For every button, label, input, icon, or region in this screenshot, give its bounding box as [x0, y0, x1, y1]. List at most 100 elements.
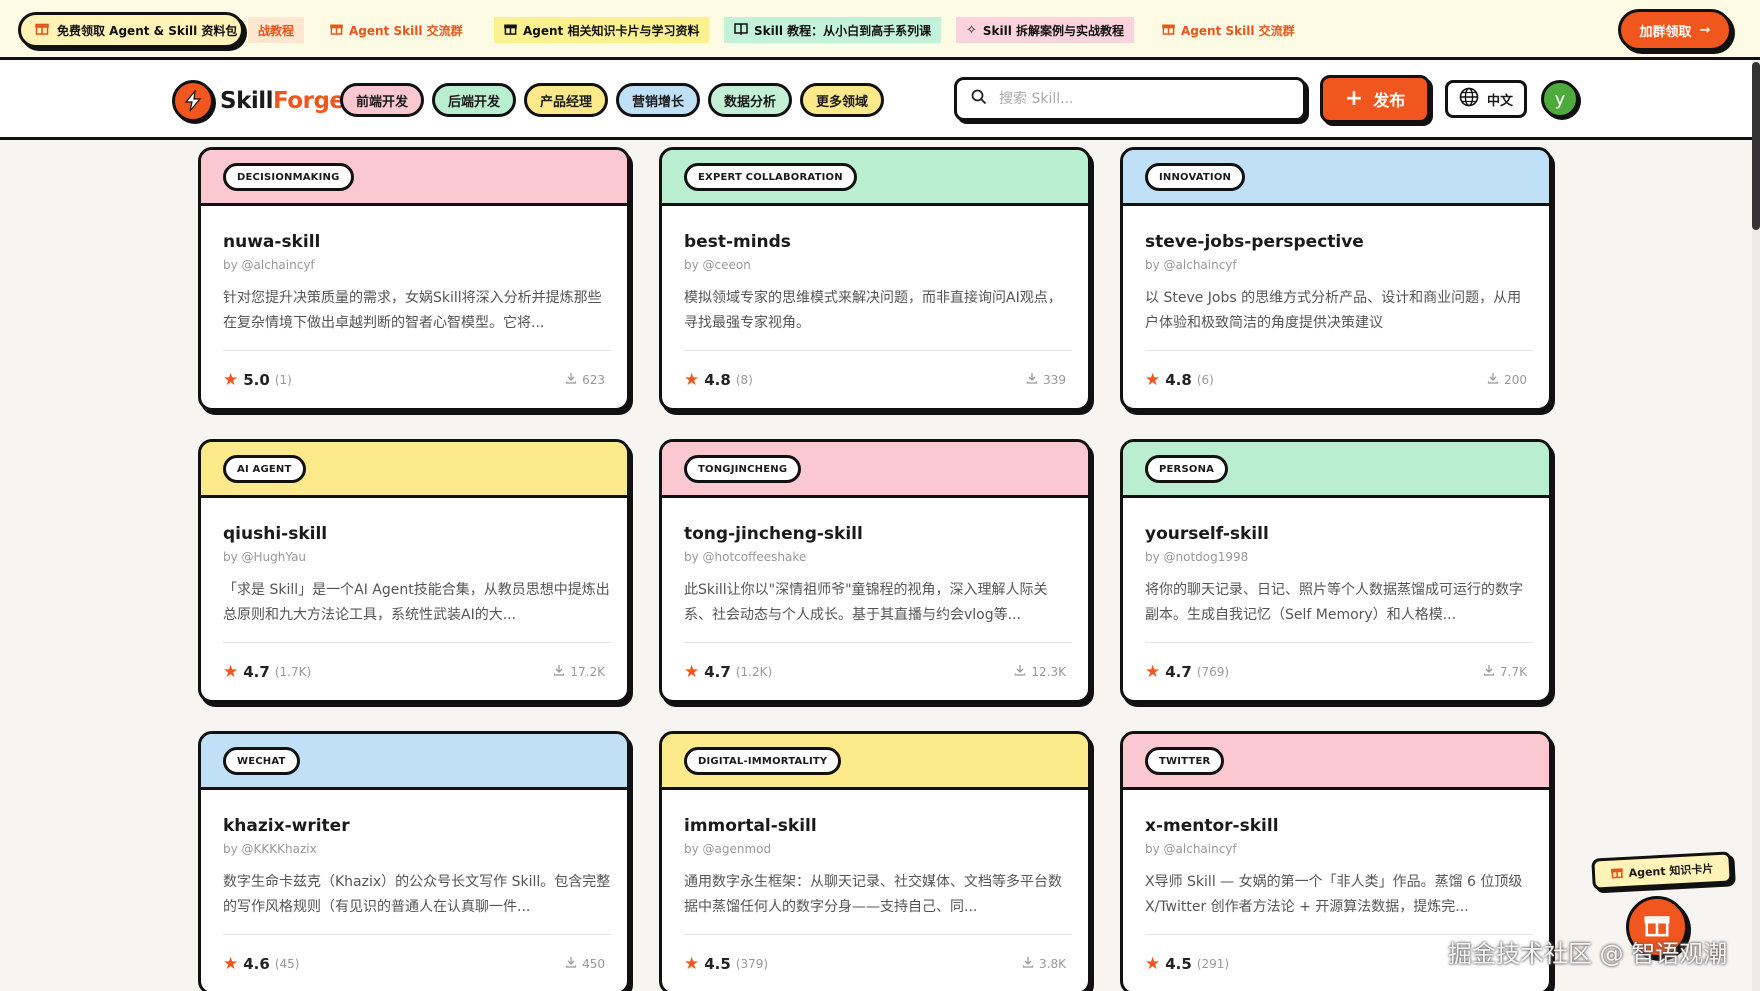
- card-description: 「求是 Skill」是一个AI Agent技能合集，从教员思想中提炼出总原则和九…: [223, 582, 610, 623]
- card-header: TWITTER: [1123, 734, 1549, 790]
- download-count: 17.2K: [570, 664, 605, 679]
- search-input[interactable]: [999, 91, 1279, 107]
- star-icon: ★: [223, 954, 239, 974]
- card-title[interactable]: immortal-skill: [684, 816, 817, 836]
- user-avatar[interactable]: y: [1541, 80, 1579, 118]
- skill-card[interactable]: DIGITAL-IMMORTALITY immortal-skill by @a…: [659, 731, 1091, 991]
- promo-primary-button[interactable]: 免费领取 Agent & Skill 资料包: [18, 12, 244, 48]
- card-tag[interactable]: TONGJINCHENG: [684, 455, 802, 483]
- book-icon: [734, 22, 748, 39]
- search-box[interactable]: [954, 77, 1306, 121]
- card-tag[interactable]: DIGITAL-IMMORTALITY: [684, 747, 842, 775]
- skill-card[interactable]: DECISIONMAKING nuwa-skill by @alchaincyf…: [198, 147, 630, 411]
- card-description: 此Skill让你以"深情祖师爷"童锦程的视角，深入理解人际关系、社会动态与个人成…: [684, 582, 1048, 623]
- logo-text-part: Skill: [220, 88, 274, 114]
- promo-item-label: Skill 拆解案例与实战教程: [982, 23, 1125, 38]
- category-marketing[interactable]: 营销增长: [616, 83, 700, 117]
- category-more[interactable]: 更多领域: [800, 83, 884, 117]
- rating-value: 4.5: [1165, 955, 1192, 973]
- card-header: DIGITAL-IMMORTALITY: [662, 734, 1088, 790]
- card-author[interactable]: by @hotcoffeeshake: [684, 550, 806, 564]
- download-count: 450: [582, 956, 605, 971]
- knowledge-card-badge[interactable]: Agent 知识卡片: [1591, 851, 1733, 891]
- card-tag[interactable]: EXPERT COLLABORATION: [684, 163, 857, 191]
- category-frontend[interactable]: 前端开发: [340, 83, 424, 117]
- card-author[interactable]: by @notdog1998: [1145, 550, 1248, 564]
- site-header: SkillForge 前端开发 后端开发 产品经理 营销增长 数据分析 更多领域…: [0, 60, 1760, 140]
- rating-value: 4.6: [243, 955, 270, 973]
- card-downloads: 12.3K: [1014, 664, 1066, 679]
- card-title[interactable]: nuwa-skill: [223, 232, 320, 252]
- download-icon: [1483, 664, 1495, 679]
- card-author[interactable]: by @HughYau: [223, 550, 306, 564]
- promo-item[interactable]: Skill 教程：从小白到高手系列课: [724, 17, 942, 43]
- star-icon: ★: [223, 662, 239, 682]
- skill-card[interactable]: PERSONA yourself-skill by @notdog1998 将你…: [1120, 439, 1552, 703]
- card-header: AI AGENT: [201, 442, 627, 498]
- card-title[interactable]: steve-jobs-perspective: [1145, 232, 1364, 252]
- promo-item[interactable]: Agent Skill 交流群: [320, 17, 473, 43]
- promo-item[interactable]: Agent 相关知识卡片与学习资料: [494, 17, 710, 43]
- card-description: X导师 Skill — 女娲的第一个「非人类」作品。蒸馏 6 位顶级 X/Twi…: [1145, 874, 1523, 915]
- rating-value: 4.5: [704, 955, 731, 973]
- publish-button[interactable]: + 发布: [1320, 75, 1430, 123]
- card-tag[interactable]: AI AGENT: [223, 455, 306, 483]
- card-title[interactable]: tong-jincheng-skill: [684, 524, 863, 544]
- promo-item[interactable]: Agent Skill 交流群: [1152, 17, 1305, 43]
- card-tag[interactable]: PERSONA: [1145, 455, 1229, 483]
- card-divider: [684, 642, 1072, 643]
- card-title[interactable]: x-mentor-skill: [1145, 816, 1279, 836]
- card-tag[interactable]: WECHAT: [223, 747, 300, 775]
- card-author[interactable]: by @alchaincyf: [223, 258, 315, 272]
- card-rating: ★ 4.7 (769): [1145, 662, 1229, 682]
- gift-icon: [35, 21, 49, 39]
- card-author[interactable]: by @alchaincyf: [1145, 258, 1237, 272]
- rating-value: 4.7: [243, 663, 270, 681]
- card-tag[interactable]: INNOVATION: [1145, 163, 1246, 191]
- category-backend[interactable]: 后端开发: [432, 83, 516, 117]
- card-title[interactable]: qiushi-skill: [223, 524, 327, 544]
- globe-icon: [1459, 87, 1479, 111]
- promo-item-label: Agent Skill 交流群: [349, 23, 463, 38]
- card-downloads: 623: [565, 372, 605, 387]
- gift-icon: [1610, 866, 1623, 882]
- rating-value: 4.8: [704, 371, 731, 389]
- card-author[interactable]: by @KKKKhazix: [223, 842, 317, 856]
- join-group-button[interactable]: 加群领取 →: [1618, 9, 1732, 51]
- download-count: 3.8K: [1039, 956, 1066, 971]
- card-author[interactable]: by @agenmod: [684, 842, 771, 856]
- card-downloads: 450: [565, 956, 605, 971]
- scrollbar-thumb[interactable]: [1752, 62, 1760, 230]
- rating-count: (1.7K): [274, 665, 312, 679]
- language-button[interactable]: 中文: [1445, 80, 1527, 118]
- skill-card[interactable]: EXPERT COLLABORATION best-minds by @ceeo…: [659, 147, 1091, 411]
- skill-card[interactable]: INNOVATION steve-jobs-perspective by @al…: [1120, 147, 1552, 411]
- card-downloads: 17.2K: [553, 664, 605, 679]
- category-product[interactable]: 产品经理: [524, 83, 608, 117]
- card-tag[interactable]: DECISIONMAKING: [223, 163, 354, 191]
- card-title[interactable]: khazix-writer: [223, 816, 350, 836]
- card-title[interactable]: best-minds: [684, 232, 791, 252]
- skill-card[interactable]: WECHAT khazix-writer by @KKKKhazix 数字生命卡…: [198, 731, 630, 991]
- promo-item[interactable]: ✧ Skill 拆解案例与实战教程: [956, 17, 1135, 43]
- category-data[interactable]: 数据分析: [708, 83, 792, 117]
- card-author[interactable]: by @ceeon: [684, 258, 751, 272]
- card-title[interactable]: yourself-skill: [1145, 524, 1269, 544]
- promo-item-label: 战教程: [258, 23, 295, 38]
- card-downloads: 7.7K: [1483, 664, 1527, 679]
- skill-card[interactable]: AI AGENT qiushi-skill by @HughYau 「求是 Sk…: [198, 439, 630, 703]
- download-count: 339: [1043, 372, 1066, 387]
- card-author[interactable]: by @alchaincyf: [1145, 842, 1237, 856]
- card-description: 模拟领域专家的思维模式来解决问题，而非直接询问AI观点，寻找最强专家视角。: [684, 290, 1062, 331]
- card-header: DECISIONMAKING: [201, 150, 627, 206]
- site-logo[interactable]: SkillForge: [172, 80, 345, 122]
- card-downloads: 200: [1487, 372, 1527, 387]
- promo-item[interactable]: 战教程: [248, 17, 305, 43]
- rating-value: 5.0: [243, 371, 270, 389]
- card-tag[interactable]: TWITTER: [1145, 747, 1225, 775]
- card-header: TONGJINCHENG: [662, 442, 1088, 498]
- rating-count: (291): [1196, 957, 1230, 971]
- skill-card[interactable]: TONGJINCHENG tong-jincheng-skill by @hot…: [659, 439, 1091, 703]
- card-divider: [684, 934, 1072, 935]
- download-count: 7.7K: [1500, 664, 1527, 679]
